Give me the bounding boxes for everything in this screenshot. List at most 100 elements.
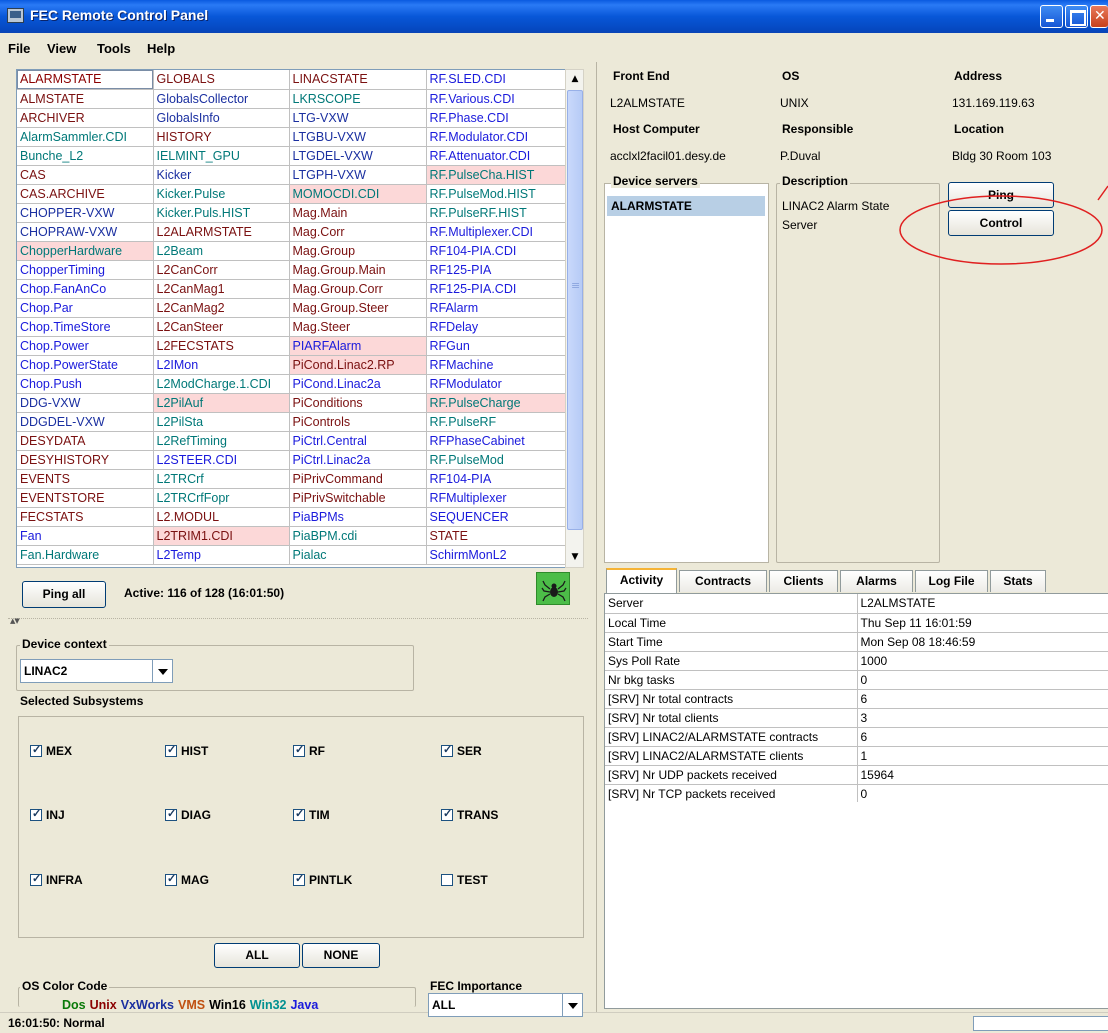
device-cell[interactable]: SchirmMonL2 <box>426 545 568 565</box>
device-cell[interactable]: IELMINT_GPU <box>153 146 290 166</box>
device-cell[interactable]: PiCtrl.Central <box>289 431 427 451</box>
ping-button[interactable]: Ping <box>948 182 1054 208</box>
device-grid-row[interactable]: ALMSTATE GlobalsCollector LKRSCOPE RF.Vario… <box>17 89 568 109</box>
tab-clients[interactable]: Clients <box>769 570 838 592</box>
activity-row[interactable]: [SRV] Nr total clients 3 <box>605 708 1108 728</box>
device-cell[interactable]: FECSTATS <box>17 507 154 527</box>
device-cell[interactable]: Pialac <box>289 545 427 565</box>
device-grid-row[interactable]: ChopperTiming L2CanCorr Mag.Group.Main RF12… <box>17 260 568 280</box>
tab-alarms[interactable]: Alarms <box>840 570 913 592</box>
device-cell[interactable]: Mag.Group <box>289 241 427 261</box>
device-cell[interactable]: PiPrivSwitchable <box>289 488 427 508</box>
device-grid-row[interactable]: Chop.Par L2CanMag2 Mag.Group.Steer RFAlarm <box>17 298 568 318</box>
device-grid-row[interactable]: ChopperHardware L2Beam Mag.Group RF104-PIA.… <box>17 241 568 261</box>
device-cell[interactable]: Fan <box>17 526 154 546</box>
device-context-select[interactable]: LINAC2 <box>20 659 173 683</box>
device-cell[interactable]: Kicker <box>153 165 290 185</box>
activity-row[interactable]: [SRV] LINAC2/ALARMSTATE contracts 6 <box>605 727 1108 747</box>
device-cell[interactable]: L2CanSteer <box>153 317 290 337</box>
activity-row[interactable]: Sys Poll Rate 1000 <box>605 651 1108 671</box>
chevron-down-icon[interactable] <box>562 994 582 1016</box>
device-grid-row[interactable]: EVENTSTORE L2TRCrfFopr PiPrivSwitchable RFM… <box>17 488 568 508</box>
subsystem-checkbox[interactable]: INJ <box>30 807 65 822</box>
device-cell[interactable]: DESYDATA <box>17 431 154 451</box>
device-grid-row[interactable]: CAS Kicker LTGPH-VXW RF.PulseCha.HIST <box>17 165 568 185</box>
checkbox-icon[interactable] <box>165 872 177 886</box>
checkbox-icon[interactable] <box>165 807 177 821</box>
device-grid-row[interactable]: Fan L2TRIM1.CDI PiaBPM.cdi STATE <box>17 526 568 546</box>
device-cell[interactable]: RFAlarm <box>426 298 568 318</box>
control-button[interactable]: Control <box>948 210 1054 236</box>
device-cell[interactable]: ALMSTATE <box>17 89 154 109</box>
device-cell[interactable]: GlobalsCollector <box>153 89 290 109</box>
activity-row[interactable]: Start Time Mon Sep 08 18:46:59 <box>605 632 1108 652</box>
device-cell[interactable]: Kicker.Pulse <box>153 184 290 204</box>
device-cell[interactable]: EVENTSTORE <box>17 488 154 508</box>
device-cell[interactable]: GlobalsInfo <box>153 108 290 128</box>
device-grid-row[interactable]: FECSTATS L2.MODUL PiaBPMs SEQUENCER <box>17 507 568 527</box>
device-grid-row[interactable]: Chop.PowerState L2IMon PiCond.Linac2.RP RFM… <box>17 355 568 375</box>
device-grid-row[interactable]: CAS.ARCHIVE Kicker.Pulse MOMOCDI.CDI RF.Pul… <box>17 184 568 204</box>
checkbox-icon[interactable] <box>293 807 305 821</box>
checkbox-icon[interactable] <box>30 872 42 886</box>
device-cell[interactable]: LTG-VXW <box>289 108 427 128</box>
device-grid-row[interactable]: DESYHISTORY L2STEER.CDI PiCtrl.Linac2a RF.P… <box>17 450 568 470</box>
device-cell[interactable]: MOMOCDI.CDI <box>289 184 427 204</box>
menu-help[interactable]: Help <box>147 41 175 56</box>
device-cell[interactable]: PiaBPM.cdi <box>289 526 427 546</box>
device-cell[interactable]: CHOPRAW-VXW <box>17 222 154 242</box>
device-cell[interactable]: PiCond.Linac2.RP <box>289 355 427 375</box>
tab-log-file[interactable]: Log File <box>915 570 988 592</box>
activity-row[interactable]: [SRV] LINAC2/ALARMSTATE clients 1 <box>605 746 1108 766</box>
device-grid-row[interactable]: Chop.Power L2FECSTATS PIARFAlarm RFGun <box>17 336 568 356</box>
device-cell[interactable]: RF.PulseMod.HIST <box>426 184 568 204</box>
device-cell[interactable]: RFPhaseCabinet <box>426 431 568 451</box>
device-cell[interactable]: L2CanMag2 <box>153 298 290 318</box>
device-grid-row[interactable]: Fan.Hardware L2Temp Pialac SchirmMonL2 <box>17 545 568 565</box>
subsystem-checkbox[interactable]: PINTLK <box>293 872 352 887</box>
device-cell[interactable]: Fan.Hardware <box>17 545 154 565</box>
device-cell[interactable]: L2.MODUL <box>153 507 290 527</box>
device-cell[interactable]: PiCond.Linac2a <box>289 374 427 394</box>
device-cell[interactable]: Mag.Group.Steer <box>289 298 427 318</box>
device-cell[interactable]: Mag.Steer <box>289 317 427 337</box>
device-cell[interactable]: RF.Modulator.CDI <box>426 127 568 147</box>
activity-row[interactable]: Nr bkg tasks 0 <box>605 670 1108 690</box>
device-cell[interactable]: LTGBU-VXW <box>289 127 427 147</box>
menu-view[interactable]: View <box>47 41 76 56</box>
device-cell[interactable]: L2FECSTATS <box>153 336 290 356</box>
device-cell[interactable]: AlarmSammler.CDI <box>17 127 154 147</box>
device-cell[interactable]: L2ALARMSTATE <box>153 222 290 242</box>
subsystem-checkbox[interactable]: RF <box>293 743 325 758</box>
fec-importance-select[interactable]: ALL <box>428 993 583 1017</box>
device-cell[interactable]: L2PilSta <box>153 412 290 432</box>
device-cell[interactable]: RF.PulseMod <box>426 450 568 470</box>
device-grid-row[interactable]: ALARMSTATE GLOBALS LINACSTATE RF.SLED.CDI <box>17 70 568 90</box>
device-cell[interactable]: L2ModCharge.1.CDI <box>153 374 290 394</box>
scroll-up-icon[interactable]: ▲ <box>567 71 583 88</box>
device-cell[interactable]: RF.Various.CDI <box>426 89 568 109</box>
scroll-down-icon[interactable]: ▼ <box>567 549 583 566</box>
device-cell[interactable]: RF.PulseRF.HIST <box>426 203 568 223</box>
device-grid-row[interactable]: DESYDATA L2RefTiming PiCtrl.Central RFPhase… <box>17 431 568 451</box>
device-cell[interactable]: L2TRCrf <box>153 469 290 489</box>
device-cell[interactable]: DESYHISTORY <box>17 450 154 470</box>
device-cell[interactable]: ARCHIVER <box>17 108 154 128</box>
device-grid[interactable]: ALARMSTATE GLOBALS LINACSTATE RF.SLED.CDI AL… <box>16 69 584 568</box>
device-cell[interactable]: Mag.Group.Corr <box>289 279 427 299</box>
device-cell[interactable]: RF125-PIA.CDI <box>426 279 568 299</box>
title-bar[interactable]: FEC Remote Control Panel <box>0 0 1108 33</box>
device-cell[interactable]: RF104-PIA <box>426 469 568 489</box>
subsystem-checkbox[interactable]: TIM <box>293 807 330 822</box>
device-cell[interactable]: PIARFAlarm <box>289 336 427 356</box>
checkbox-icon[interactable] <box>441 874 453 886</box>
device-cell[interactable]: RFModulator <box>426 374 568 394</box>
device-cell[interactable]: RF.PulseCharge <box>426 393 568 413</box>
split-divider[interactable] <box>8 617 588 625</box>
device-cell[interactable]: PiControls <box>289 412 427 432</box>
device-cell[interactable]: Mag.Corr <box>289 222 427 242</box>
device-cell[interactable]: EVENTS <box>17 469 154 489</box>
device-cell[interactable]: GLOBALS <box>153 70 290 90</box>
device-cell[interactable]: RF104-PIA.CDI <box>426 241 568 261</box>
device-cell[interactable]: Chop.FanAnCo <box>17 279 154 299</box>
